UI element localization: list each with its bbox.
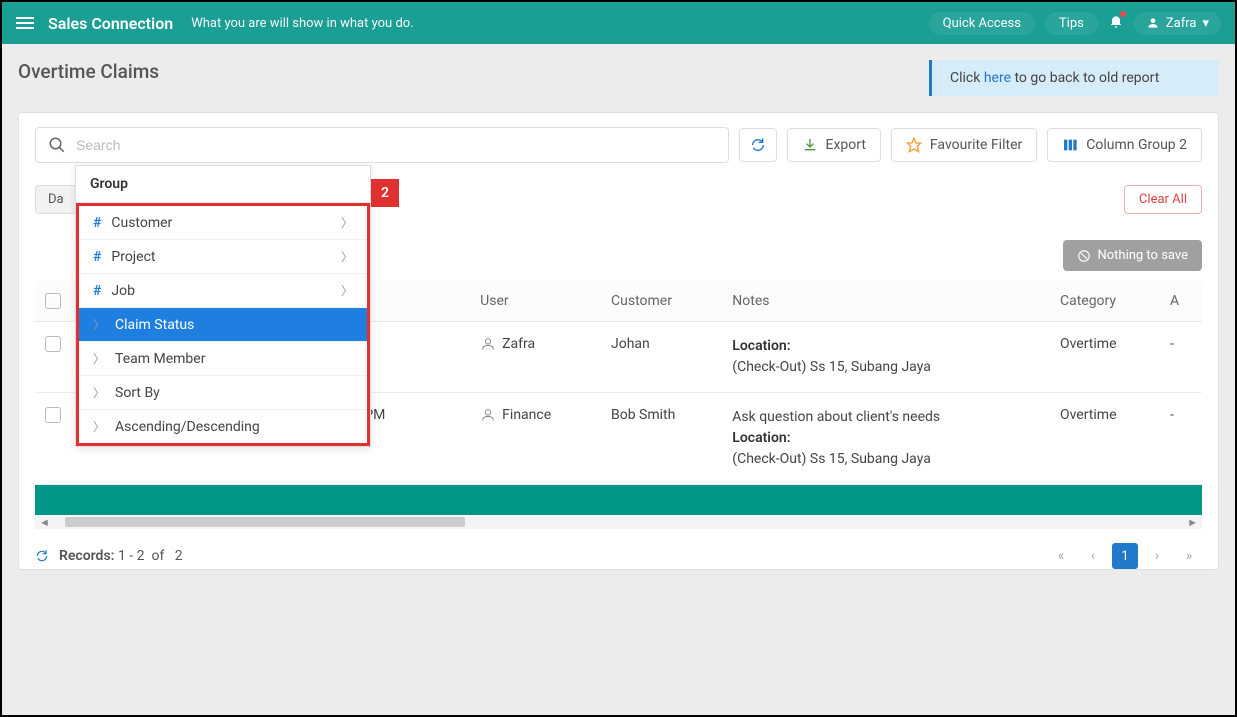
dropdown-item-asc-desc[interactable]: 〉 Ascending/Descending — [79, 410, 367, 443]
columns-icon — [1062, 137, 1078, 153]
clear-all-button[interactable]: Clear All — [1124, 185, 1202, 214]
person-icon — [480, 336, 496, 352]
group-dropdown: Group # Customer 〉 # Project 〉 # Job — [75, 165, 371, 447]
dropdown-item-sort-by[interactable]: 〉 Sort By — [79, 376, 367, 410]
filter-chip[interactable]: Da — [35, 185, 77, 214]
hash-icon: # — [93, 215, 101, 231]
prohibit-icon — [1077, 249, 1091, 263]
footer-row: Records: 1 - 2 of 2 « ‹ 1 › » — [19, 529, 1218, 569]
annotation-badge: 2 — [371, 179, 399, 207]
old-report-link[interactable]: here — [984, 70, 1011, 86]
search-icon — [48, 136, 66, 154]
chevron-right-icon: 〉 — [93, 384, 105, 401]
tagline: What you are will show in what you do. — [191, 16, 413, 31]
user-menu-button[interactable]: Zafra ▾ — [1134, 12, 1221, 35]
chevron-down-icon: ▾ — [1202, 16, 1209, 31]
hash-icon: # — [93, 249, 101, 265]
info-banner: Click here to go back to old report — [929, 60, 1219, 96]
chevron-right-icon: 〉 — [341, 248, 353, 265]
row-checkbox[interactable] — [45, 336, 61, 352]
page-number-button[interactable]: 1 — [1112, 543, 1138, 569]
notifications-button[interactable] — [1108, 13, 1124, 33]
chevron-right-icon: 〉 — [93, 316, 105, 333]
page-first-button[interactable]: « — [1048, 543, 1074, 569]
page-title: Overtime Claims — [18, 60, 159, 83]
page-next-button[interactable]: › — [1144, 543, 1170, 569]
hamburger-icon[interactable] — [16, 17, 34, 29]
annotation-highlight: # Customer 〉 # Project 〉 # Job 〉 — [76, 203, 370, 446]
summary-band — [35, 485, 1202, 515]
toolbar-row: Export Favourite Filter Column Group 2 G… — [19, 113, 1218, 177]
dropdown-item-claim-status[interactable]: 〉 Claim Status — [79, 308, 367, 342]
dropdown-item-job[interactable]: # Job 〉 — [79, 274, 367, 308]
search-box[interactable] — [35, 127, 729, 163]
chevron-right-icon: 〉 — [93, 350, 105, 367]
horizontal-scrollbar[interactable]: ◄ ► — [35, 515, 1202, 529]
favourite-filter-button[interactable]: Favourite Filter — [891, 128, 1037, 162]
dropdown-item-customer[interactable]: # Customer 〉 — [79, 206, 367, 240]
chevron-right-icon: 〉 — [93, 418, 105, 435]
search-input[interactable] — [76, 137, 716, 153]
dropdown-item-project[interactable]: # Project 〉 — [79, 240, 367, 274]
col-notes: Notes — [722, 281, 1050, 322]
hash-icon: # — [93, 283, 101, 299]
chevron-right-icon: 〉 — [341, 214, 353, 231]
col-last: A — [1160, 281, 1202, 322]
main-panel: Export Favourite Filter Column Group 2 G… — [18, 112, 1219, 570]
notification-dot-icon — [1120, 11, 1126, 17]
brand-name: Sales Connection — [48, 14, 173, 33]
export-button[interactable]: Export — [787, 128, 881, 162]
row-checkbox[interactable] — [45, 407, 61, 423]
download-icon — [802, 137, 818, 153]
person-icon — [1146, 16, 1160, 30]
col-user: User — [470, 281, 601, 322]
refresh-button[interactable] — [739, 128, 777, 162]
quick-access-button[interactable]: Quick Access — [929, 12, 1035, 35]
person-icon — [480, 407, 496, 423]
page-last-button[interactable]: » — [1176, 543, 1202, 569]
page-prev-button[interactable]: ‹ — [1080, 543, 1106, 569]
content-area: Overtime Claims Click here to go back to… — [2, 44, 1235, 715]
refresh-icon[interactable] — [35, 549, 49, 563]
scroll-right-icon[interactable]: ► — [1183, 515, 1202, 529]
column-group-button[interactable]: Column Group 2 — [1047, 128, 1202, 162]
nothing-to-save-button: Nothing to save — [1063, 240, 1202, 271]
app-header: Sales Connection What you are will show … — [2, 2, 1235, 44]
chevron-right-icon: 〉 — [341, 282, 353, 299]
star-icon — [906, 137, 922, 153]
refresh-icon — [750, 137, 766, 153]
scroll-left-icon[interactable]: ◄ — [35, 515, 54, 529]
col-category: Category — [1050, 281, 1160, 322]
dropdown-header: Group — [76, 166, 370, 203]
pagination: « ‹ 1 › » — [1048, 543, 1202, 569]
select-all-checkbox[interactable] — [45, 293, 61, 309]
scrollbar-thumb[interactable] — [65, 517, 465, 527]
dropdown-item-team-member[interactable]: 〉 Team Member — [79, 342, 367, 376]
col-customer: Customer — [601, 281, 722, 322]
tips-button[interactable]: Tips — [1045, 12, 1098, 35]
user-name: Zafra — [1166, 16, 1197, 31]
